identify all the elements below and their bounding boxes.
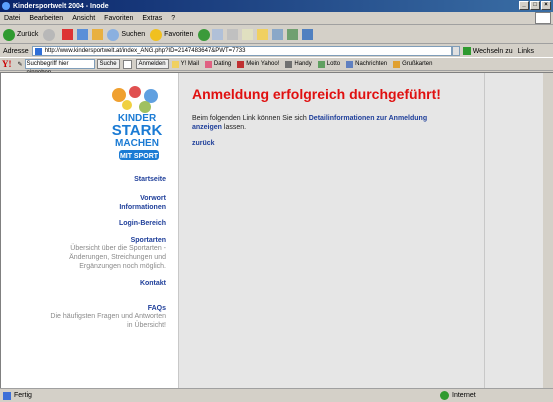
address-input[interactable]: http://www.kindersportwelt.at/index_ANG.… [31,46,452,56]
tools-icon[interactable] [287,29,299,40]
search-icon [107,28,120,41]
mail-icon[interactable] [212,29,224,40]
heart-icon [204,60,212,68]
nav-login-block: Login-Bereich [46,220,166,227]
kinder-stark-machen-logo[interactable]: KINDER STARK MACHEN MIT SPORT [105,85,169,167]
nav-faqs[interactable]: FAQs [46,305,166,312]
address-label: Adresse [3,47,29,55]
menu-extras[interactable]: Extras [142,15,162,22]
menu-bearbeiten[interactable]: Bearbeiten [29,15,63,22]
phone-icon [285,60,293,68]
maximize-button[interactable]: □ [530,1,540,10]
page-icon [3,391,11,400]
refresh-icon[interactable] [77,29,89,40]
news-icon [346,60,354,68]
yahoo-lotto-item[interactable]: Lotto [317,60,340,68]
address-bar: Adresse http://www.kindersportwelt.at/in… [0,45,553,57]
back-arrow-icon [3,28,15,41]
status-text: Fertig [14,392,32,399]
window-title-bar: Kindersportwelt 2004 - Inode _ □ × [0,0,553,12]
mail-icon [171,60,179,68]
close-button[interactable]: × [541,1,551,10]
ie-icon [2,2,10,10]
vertical-scrollbar[interactable] [543,73,553,389]
go-button[interactable]: Wechseln zu [462,47,513,55]
menu-datei[interactable]: Datei [4,15,20,22]
forward-arrow-icon [43,28,56,41]
yahoo-toolbar: Y! ✎ Suchbegriff hier eingeben Suche Anm… [0,57,553,76]
my-yahoo-icon [237,60,245,68]
nav-faqs-block: FAQs Die häufigsten Fragen und Antworten… [46,305,166,330]
yahoo-search-input[interactable]: Suchbegriff hier eingeben [24,59,95,76]
folder-icon[interactable] [257,29,269,40]
info-paragraph: Beim folgenden Link können Sie sich Deta… [192,115,428,131]
window-controls: _ □ × [519,1,551,10]
right-column [485,73,553,389]
forward-button[interactable] [43,28,57,41]
yahoo-news-item[interactable]: Nachrichten [346,60,387,68]
nav-sportarten[interactable]: Sportarten [46,237,166,244]
main-content: Anmeldung erfolgreich durchgeführt! Beim… [179,73,485,389]
edit-icon[interactable] [242,29,254,40]
home-icon[interactable] [92,29,104,40]
nav-kontakt[interactable]: Kontakt [46,280,166,287]
extension-icon[interactable] [302,29,314,40]
yahoo-mail-item[interactable]: Y! Mail [171,60,199,68]
faqs-description: Die häufigsten Fragen und Antworten in Ü… [50,313,166,329]
yahoo-cards-item[interactable]: Grußkarten [393,60,432,68]
address-dropdown[interactable] [451,46,460,56]
menu-bar: Datei Bearbeiten Ansicht Favoriten Extra… [0,12,553,25]
search-button[interactable]: Suchen [107,28,145,41]
pencil-icon[interactable]: ✎ [18,61,23,68]
nav-vorwort-block: Vorwort Informationen [46,194,166,212]
stop-icon[interactable] [62,29,74,40]
page-viewport: KINDER STARK MACHEN MIT SPORT Startseite… [0,72,553,389]
favorites-button[interactable]: Favoriten [150,28,193,41]
card-icon [393,60,401,68]
star-icon [150,28,163,41]
back-link[interactable]: zurück [192,140,215,147]
dropdown-icon[interactable] [122,59,132,69]
yahoo-search-button[interactable]: Suche [96,59,120,69]
page-title: Anmeldung erfolgreich durchgeführt! [192,86,441,102]
security-zone: Internet [440,391,476,400]
internet-globe-icon [440,391,449,400]
yahoo-login-button[interactable]: Anmelden [135,59,169,69]
window-title: Kindersportwelt 2004 - Inode [13,2,109,10]
left-navigation: KINDER STARK MACHEN MIT SPORT Startseite… [1,73,179,389]
nav-vorwort[interactable]: Vorwort Informationen [116,194,166,212]
status-bar: Fertig Internet [0,388,553,402]
windows-logo-icon [535,12,551,24]
yahoo-logo[interactable]: Y! [2,59,12,69]
nav-login[interactable]: Login-Bereich [46,220,166,227]
yahoo-dating-item[interactable]: Dating [204,60,231,68]
svg-text:STARK: STARK [112,122,163,139]
messenger-icon[interactable] [272,29,284,40]
minimize-button[interactable]: _ [519,1,529,10]
menu-favoriten[interactable]: Favoriten [104,15,133,22]
svg-text:MACHEN: MACHEN [115,138,159,149]
nav-kontakt-block: Kontakt [46,280,166,287]
svg-text:MIT SPORT: MIT SPORT [120,153,159,160]
nav-sportarten-block: Sportarten Übersicht über die Sportarten… [46,237,166,271]
toolbar: Zurück Suchen Favoriten [0,26,553,44]
media-icon[interactable] [198,28,211,41]
back-button[interactable]: Zurück [3,28,38,41]
print-icon[interactable] [227,29,239,40]
menu-ansicht[interactable]: Ansicht [72,15,95,22]
yahoo-handy-item[interactable]: Handy [285,60,312,68]
lotto-icon [317,60,325,68]
nav-startseite-block: Startseite [46,176,166,183]
sportarten-description: Übersicht über die Sportarten - Änderung… [69,245,166,270]
go-arrow-icon [462,47,471,55]
menu-help[interactable]: ? [171,15,175,22]
yahoo-my-item[interactable]: Mein Yahoo! [237,60,279,68]
links-button[interactable]: Links [518,48,534,55]
nav-startseite[interactable]: Startseite [46,176,166,183]
